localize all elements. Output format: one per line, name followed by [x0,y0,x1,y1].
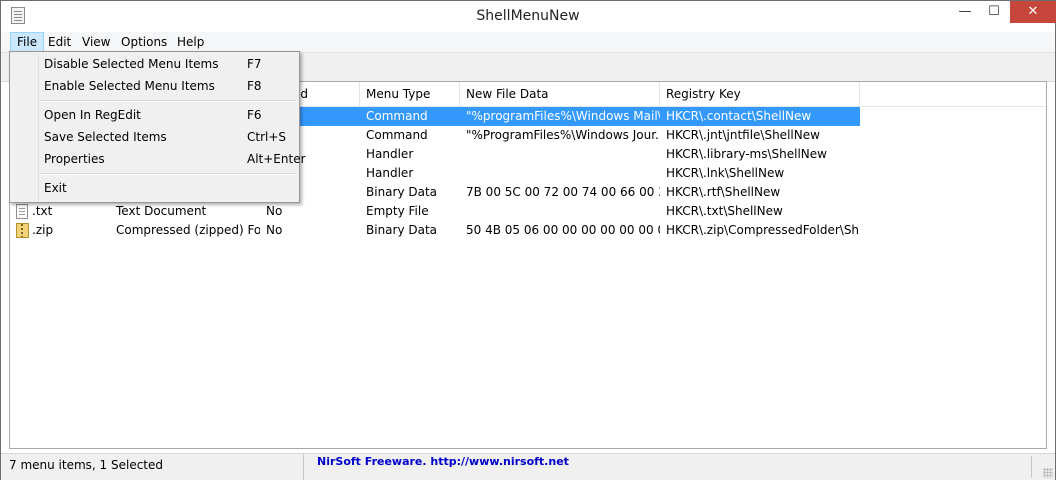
menu-item-label: Disable Selected Menu Items [44,57,219,71]
cell-description: Compressed (zipped) Fo... [116,223,260,237]
cell-registry-key: HKCR\.jnt\jntfile\ShellNew [666,128,820,142]
menu-item-label: Open In RegEdit [44,108,141,122]
cell-new-file-data: 7B 00 5C 00 72 00 74 00 66 00 31 0... [466,185,660,199]
menu-bar: File Edit View Options Help [1,32,1055,53]
cell-extension: .txt [32,204,53,218]
menu-item-shortcut: F6 [247,108,262,122]
cell-new-file-data: "%ProgramFiles%\Windows Jour... [466,128,660,142]
menu-item-shortcut: Alt+Enter [247,152,306,166]
cell-menu-type: Empty File [366,204,429,218]
cell-registry-key: HKCR\.library-ms\ShellNew [666,147,827,161]
resize-grip-icon[interactable] [1043,468,1053,478]
menu-item-label: Properties [44,152,105,166]
menu-edit[interactable]: Edit [42,32,77,52]
nirsoft-link[interactable]: NirSoft Freeware. http://www.nirsoft.net [317,454,569,474]
status-item-count: 7 menu items, 1 Selected [1,454,304,480]
menu-file[interactable]: File [10,32,45,52]
menu-item-enable-selected[interactable]: Enable Selected Menu Items F8 [12,76,297,96]
cell-menu-type: Binary Data [366,223,438,237]
cell-disabled: No [266,223,283,237]
cell-new-file-data [460,145,660,164]
maximize-button[interactable]: ☐ [981,1,1007,23]
table-row[interactable]: .txt Text Document No Empty File HKCR\.t… [10,202,860,221]
menu-options[interactable]: Options [115,32,173,52]
cell-registry-key: HKCR\.zip\CompressedFolder\Sh... [666,223,860,237]
cell-menu-type: Handler [366,166,414,180]
column-header-registry-key[interactable]: Registry Key [660,82,860,106]
menu-separator [40,100,296,102]
menu-item-shortcut: F8 [247,79,262,93]
menu-item-disable-selected[interactable]: Disable Selected Menu Items F7 [12,54,297,74]
cell-description: Text Document [116,204,207,218]
menu-item-label: Save Selected Items [44,130,167,144]
file-menu-dropdown: Disable Selected Menu Items F7 Enable Se… [9,51,306,203]
menu-separator [40,173,296,175]
column-header-new-file-data[interactable]: New File Data [460,82,660,106]
minimize-button[interactable]: — [949,1,981,23]
menu-item-properties[interactable]: Properties Alt+Enter [12,149,306,169]
menu-item-open-in-regedit[interactable]: Open In RegEdit F6 [12,105,297,125]
close-button[interactable]: ✕ [1010,1,1056,23]
cell-registry-key: HKCR\.rtf\ShellNew [666,185,781,199]
status-divider [1031,456,1032,478]
cell-new-file-data: "%programFiles%\Windows Mail\... [466,109,660,123]
title-bar[interactable]: ShellMenuNew — ☐ ✕ [1,1,1056,32]
menu-item-label: Enable Selected Menu Items [44,79,215,93]
menu-item-shortcut: Ctrl+S [247,130,287,144]
cell-menu-type: Binary Data [366,185,438,199]
app-window: ShellMenuNew — ☐ ✕ File Edit View Option… [0,0,1056,480]
status-bar: 7 menu items, 1 Selected NirSoft Freewar… [1,453,1055,480]
menu-item-exit[interactable]: Exit [12,178,297,198]
menu-help[interactable]: Help [171,32,210,52]
cell-menu-type: Command [366,109,428,123]
menu-item-shortcut: F7 [247,57,262,71]
cell-new-file-data [460,202,660,221]
cell-registry-key: HKCR\.txt\ShellNew [666,204,783,218]
table-row[interactable]: .zip Compressed (zipped) Fo... No Binary… [10,221,860,240]
cell-registry-key: HKCR\.lnk\ShellNew [666,166,785,180]
cell-disabled: No [266,204,283,218]
cell-menu-type: Handler [366,147,414,161]
menu-view[interactable]: View [76,32,116,52]
window-title: ShellMenuNew [476,8,580,24]
cell-new-file-data [460,164,660,183]
menu-item-label: Exit [44,181,67,195]
cell-extension: .zip [32,223,54,237]
menu-item-save-selected[interactable]: Save Selected Items Ctrl+S [12,127,297,147]
cell-menu-type: Command [366,128,428,142]
column-header-menu-type[interactable]: Menu Type [360,82,460,106]
cell-new-file-data: 50 4B 05 06 00 00 00 00 00 00 00 00... [466,223,660,237]
cell-registry-key: HKCR\.contact\ShellNew [666,109,812,123]
